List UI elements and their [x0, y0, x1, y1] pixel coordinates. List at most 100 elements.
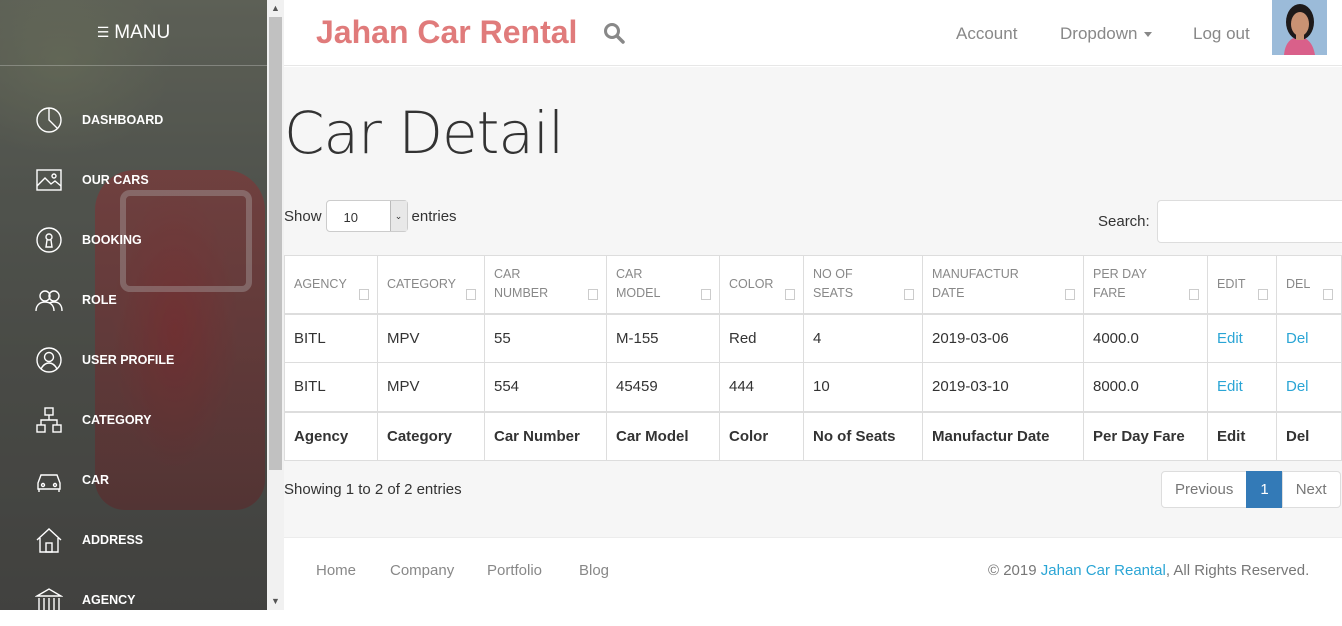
account-link[interactable]: Account	[956, 24, 1017, 44]
delete-link[interactable]: Del	[1286, 378, 1309, 395]
cell-manufactur-date: 2019-03-06	[922, 313, 1084, 363]
sidebar-item-address[interactable]: ADDRESS	[0, 510, 267, 570]
entries-select[interactable]: 10 ⌄	[325, 200, 408, 232]
sidebar-scrollbar[interactable]: ▲ ▼	[267, 0, 284, 610]
sidebar: ☰ MANU DASHBOARD OUR CARS BOOKING ROLE U…	[0, 0, 267, 610]
cell-per-day-fare: 4000.0	[1083, 313, 1208, 363]
footer-cell: Del	[1276, 410, 1342, 461]
table-footer-row: Agency Category Car Number Car Model Col…	[284, 410, 1342, 461]
avatar[interactable]	[1272, 0, 1327, 55]
footer-cell: Per Day Fare	[1083, 410, 1208, 461]
delete-link[interactable]: Del	[1286, 330, 1309, 347]
sort-icon	[1323, 288, 1333, 300]
column-header-category[interactable]: CATEGORY	[377, 255, 485, 315]
sidebar-item-dashboard[interactable]: DASHBOARD	[0, 90, 267, 150]
sidebar-item-agency[interactable]: AGENCY	[0, 570, 267, 610]
sort-icon	[904, 288, 914, 300]
scroll-up-icon[interactable]: ▲	[267, 0, 284, 17]
table-header-row: AGENCY CATEGORY CAR NUMBER CAR MODEL COL…	[284, 255, 1342, 315]
entries-select-value: 10	[343, 210, 358, 225]
footer-cell: Car Model	[606, 410, 720, 461]
footer-link-blog[interactable]: Blog	[579, 562, 609, 579]
cell-category: MPV	[377, 362, 485, 412]
cell-category: MPV	[377, 313, 485, 363]
table-row: BITL MPV 55 M-155 Red 4 2019-03-06 4000.…	[284, 313, 1342, 363]
column-header-manufactur-date[interactable]: MANUFACTUR DATE	[922, 255, 1084, 315]
scroll-down-icon[interactable]: ▼	[267, 593, 284, 610]
footer-link-portfolio[interactable]: Portfolio	[487, 562, 542, 579]
previous-page-button[interactable]: Previous	[1161, 471, 1248, 508]
cell-car-number: 554	[484, 362, 607, 412]
search-label: Search:	[1098, 213, 1150, 230]
edit-link[interactable]: Edit	[1217, 330, 1243, 347]
column-header-no-of-seats[interactable]: NO OF SEATS	[803, 255, 923, 315]
sidebar-item-label: ADDRESS	[82, 533, 144, 547]
column-header-del[interactable]: DEL	[1276, 255, 1342, 315]
next-page-button[interactable]: Next	[1281, 471, 1341, 508]
users-icon	[35, 286, 63, 314]
sidebar-item-user-profile[interactable]: USER PROFILE	[0, 330, 267, 390]
image-icon	[35, 166, 63, 194]
dropdown-label: Dropdown	[1060, 24, 1138, 43]
sidebar-item-category[interactable]: CATEGORY	[0, 390, 267, 450]
cell-color: Red	[719, 313, 804, 363]
search-input[interactable]	[1156, 200, 1342, 243]
column-header-edit[interactable]: EDIT	[1207, 255, 1277, 315]
footer-cell: Agency	[284, 410, 378, 461]
sidebar-item-label: ROLE	[82, 293, 117, 307]
sidebar-item-label: OUR CARS	[82, 173, 149, 187]
sidebar-item-our-cars[interactable]: OUR CARS	[0, 150, 267, 210]
top-navbar: Jahan Car Rental Account Dropdown Log ou…	[284, 0, 1342, 66]
copyright-prefix: © 2019	[988, 562, 1041, 579]
chevron-down-icon[interactable]: ⌄	[389, 201, 407, 231]
keyhole-icon	[35, 226, 63, 254]
cell-car-number: 55	[484, 313, 607, 363]
cell-car-model: M-155	[606, 313, 720, 363]
footer-link-home[interactable]: Home	[316, 562, 356, 579]
column-header-agency[interactable]: AGENCY	[284, 255, 378, 315]
sidebar-item-label: CATEGORY	[82, 413, 152, 427]
dropdown-menu[interactable]: Dropdown	[1060, 24, 1152, 44]
table-search: Search:	[1098, 200, 1342, 243]
sort-icon	[466, 288, 476, 300]
column-header-car-number[interactable]: CAR NUMBER	[484, 255, 607, 315]
menu-toggle[interactable]: ☰ MANU	[0, 0, 267, 66]
sort-icon	[785, 288, 795, 300]
page-1-button[interactable]: 1	[1246, 471, 1283, 508]
sidebar-item-car[interactable]: CAR	[0, 450, 267, 510]
footer-cell: Category	[377, 410, 485, 461]
table-info: Showing 1 to 2 of 2 entries	[284, 481, 462, 498]
footer-link-company[interactable]: Company	[390, 562, 454, 579]
brand-logo[interactable]: Jahan Car Rental	[316, 14, 577, 51]
sort-icon	[588, 288, 598, 300]
sidebar-item-booking[interactable]: BOOKING	[0, 210, 267, 270]
hamburger-icon: ☰	[96, 24, 110, 40]
cell-agency: BITL	[284, 362, 378, 412]
pagination: Previous 1 Next	[1161, 471, 1341, 508]
column-header-color[interactable]: COLOR	[719, 255, 804, 315]
car-icon	[35, 466, 63, 494]
copyright-brand-link[interactable]: Jahan Car Reantal	[1041, 562, 1166, 579]
search-icon[interactable]	[603, 22, 625, 44]
copyright: © 2019 Jahan Car Reantal, All Rights Res…	[988, 562, 1309, 579]
footer-cell: No of Seats	[803, 410, 923, 461]
footer-cell: Color	[719, 410, 804, 461]
edit-link[interactable]: Edit	[1217, 378, 1243, 395]
dashboard-icon	[35, 106, 63, 134]
cell-no-of-seats: 4	[803, 313, 923, 363]
footer-cell: Edit	[1207, 410, 1277, 461]
cell-agency: BITL	[284, 313, 378, 363]
cell-color: 444	[719, 362, 804, 412]
column-header-per-day-fare[interactable]: PER DAY FARE	[1083, 255, 1208, 315]
caret-down-icon	[1143, 32, 1152, 38]
column-header-car-model[interactable]: CAR MODEL	[606, 255, 720, 315]
cell-manufactur-date: 2019-03-10	[922, 362, 1084, 412]
car-detail-table: AGENCY CATEGORY CAR NUMBER CAR MODEL COL…	[284, 255, 1342, 461]
scrollbar-thumb[interactable]	[269, 17, 282, 470]
copyright-suffix: , All Rights Reserved.	[1165, 562, 1310, 579]
sidebar-item-role[interactable]: ROLE	[0, 270, 267, 330]
cell-car-model: 45459	[606, 362, 720, 412]
sidebar-item-label: AGENCY	[82, 593, 136, 607]
logout-link[interactable]: Log out	[1193, 24, 1250, 44]
sort-icon	[1258, 288, 1268, 300]
